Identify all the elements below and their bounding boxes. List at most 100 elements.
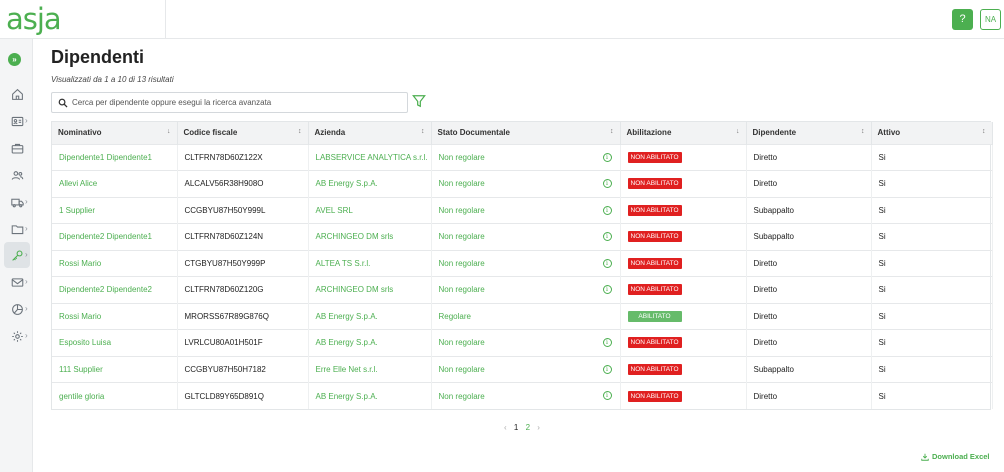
logo[interactable]: asja: [6, 4, 62, 34]
user-avatar[interactable]: NA: [980, 9, 1001, 30]
column-header-azienda[interactable]: Azienda ↕: [308, 122, 432, 144]
id-card-icon: [11, 116, 23, 126]
employee-type: Diretto: [753, 338, 778, 348]
column-header-codice-fiscale[interactable]: Codice fiscale ↕: [177, 122, 309, 144]
codice-fiscale: CTGBYU87H50Y999P: [184, 258, 266, 268]
sort-icon[interactable]: ↕: [298, 128, 302, 135]
employee-name-link[interactable]: Rossi Mario: [59, 312, 101, 321]
sort-desc-icon[interactable]: ↓: [736, 128, 740, 135]
column-header-nominativo[interactable]: Nominativo ↓: [52, 122, 178, 144]
document-status: Non regolare: [438, 285, 485, 295]
employee-name-link[interactable]: Dipendente1 Dipendente1: [59, 153, 152, 162]
employee-name-link[interactable]: Rossi Mario: [59, 259, 101, 268]
status-badge: NON ABILITATO: [627, 151, 682, 163]
company-link[interactable]: ALTEA TS S.r.l.: [316, 259, 371, 268]
prev-page-icon[interactable]: ‹: [504, 423, 507, 432]
employee-type: Subappalto: [753, 232, 794, 242]
column-header-attivo[interactable]: Attivo ↕: [871, 122, 993, 144]
table-row[interactable]: Rossi Mario CTGBYU87H50Y999P ALTEA TS S.r.…: [52, 249, 993, 277]
employee-name-link[interactable]: Dipendente2 Dipendente2: [59, 285, 152, 294]
employee-name-link[interactable]: gentile gloria: [59, 392, 104, 401]
info-icon[interactable]: i: [602, 152, 612, 162]
sort-icon[interactable]: ↕: [421, 128, 425, 135]
info-icon[interactable]: i: [602, 179, 612, 188]
employee-name-link[interactable]: Allevi Alice: [59, 179, 97, 188]
chevron-right-icon: ›: [25, 250, 28, 259]
employee-type: Subappalto: [753, 205, 794, 215]
employee-name-link[interactable]: Esposito Luisa: [59, 338, 111, 347]
sidebar-item-utenti[interactable]: [4, 162, 30, 188]
home-icon: [11, 88, 23, 100]
table-row[interactable]: Dipendente1 Dipendente1 CLTFRN78D60Z122X L…: [52, 143, 993, 171]
active-flag: Si: [878, 285, 886, 295]
table-row[interactable]: Esposito Luisa LVRLCU80A01H501F AB Energy …: [52, 329, 993, 356]
sidebar-item-home[interactable]: [4, 81, 30, 107]
codice-fiscale: CCGBYU87H50H7182: [184, 364, 266, 374]
search-input[interactable]: [72, 95, 402, 110]
table-row[interactable]: Rossi Mario MRORSS67R89G876Q AB Energy S.p…: [52, 302, 993, 330]
column-header-stato-documentale[interactable]: Stato Documentale ↕: [431, 122, 621, 144]
chevron-right-icon: ›: [25, 331, 28, 340]
document-status: Non regolare: [438, 179, 485, 189]
info-icon[interactable]: i: [602, 285, 612, 294]
sort-desc-icon[interactable]: ↓: [167, 128, 171, 135]
table-row[interactable]: gentile gloria GLTCLD89Y65D891Q AB Energy …: [52, 382, 993, 409]
info-icon[interactable]: i: [602, 232, 612, 241]
info-icon[interactable]: i: [602, 391, 612, 400]
document-status: Regolare: [438, 311, 471, 321]
status-badge: NON ABILITATO: [627, 204, 682, 216]
table-row[interactable]: 1 Supplier CCGBYU87H50Y999L AVEL SRL Non re…: [52, 196, 993, 224]
sort-icon[interactable]: ↕: [861, 128, 865, 135]
company-link[interactable]: Erre Elle Net s.r.l.: [316, 365, 378, 374]
download-excel-button[interactable]: Download Excel: [921, 452, 990, 461]
document-status: Non regolare: [438, 364, 485, 374]
codice-fiscale: CLTFRN78D60Z120G: [184, 285, 264, 295]
company-link[interactable]: AB Energy S.p.A.: [316, 392, 378, 401]
employee-name-link[interactable]: 1 Supplier: [59, 206, 95, 215]
active-flag: Si: [878, 364, 886, 374]
info-icon[interactable]: i: [602, 205, 612, 215]
active-flag: Si: [878, 338, 886, 348]
status-badge: NON ABILITATO: [627, 337, 682, 349]
expand-sidebar-icon[interactable]: »: [8, 53, 21, 66]
company-link[interactable]: AB Energy S.p.A.: [316, 338, 378, 347]
table-row[interactable]: Dipendente2 Dipendente2 CLTFRN78D60Z120G A…: [52, 276, 993, 303]
column-header-dipendente[interactable]: Dipendente ↕: [746, 122, 872, 144]
company-link[interactable]: ARCHINGEO DM srls: [316, 285, 394, 294]
company-link[interactable]: ARCHINGEO DM srls: [316, 232, 394, 241]
next-page-icon[interactable]: ›: [537, 423, 540, 432]
sort-icon[interactable]: ↕: [610, 128, 614, 135]
column-header-abilitazione[interactable]: Abilitazione ↓: [620, 122, 747, 144]
company-link[interactable]: AB Energy S.p.A.: [316, 179, 378, 188]
codice-fiscale: MRORSS67R89G876Q: [184, 311, 269, 321]
employee-name-link[interactable]: 111 Supplier: [59, 365, 103, 374]
document-status: Non regolare: [438, 391, 485, 401]
sidebar-item-lavori[interactable]: [4, 135, 30, 161]
sort-icon[interactable]: ↕: [982, 128, 986, 135]
help-button[interactable]: ?: [952, 9, 973, 30]
table-body: Dipendente1 Dipendente1 CLTFRN78D60Z122X L…: [52, 143, 993, 409]
company-link[interactable]: LABSERVICE ANALYTICA s.r.l.: [316, 153, 428, 162]
table-row[interactable]: 111 Supplier CCGBYU87H50H7182 Erre Elle Ne…: [52, 355, 993, 383]
mail-icon: [11, 277, 23, 287]
company-link[interactable]: AVEL SRL: [316, 206, 353, 215]
document-status: Non regolare: [438, 258, 485, 268]
page-2-link[interactable]: 2: [526, 423, 530, 432]
info-icon[interactable]: i: [602, 338, 612, 347]
info-icon[interactable]: i: [602, 258, 612, 268]
gear-icon: [11, 330, 23, 342]
page-1-link[interactable]: 1: [514, 423, 518, 432]
table-row[interactable]: Allevi Alice ALCALV56R38H908O AB Energy S.…: [52, 170, 993, 197]
info-icon[interactable]: i: [602, 364, 612, 374]
employee-name-link[interactable]: Dipendente2 Dipendente1: [59, 232, 152, 241]
filter-icon[interactable]: [412, 94, 426, 108]
employee-type: Subappalto: [753, 364, 794, 374]
truck-icon: [10, 198, 24, 207]
company-link[interactable]: AB Energy S.p.A.: [316, 312, 378, 321]
chevron-right-icon: ›: [25, 304, 28, 313]
results-count: Visualizzati da 1 a 10 di 13 risultati: [51, 75, 174, 84]
search-box[interactable]: [51, 92, 408, 113]
status-badge: ABILITATO: [627, 310, 682, 322]
codice-fiscale: CLTFRN78D60Z124N: [184, 232, 264, 242]
table-row[interactable]: Dipendente2 Dipendente1 CLTFRN78D60Z124N A…: [52, 223, 993, 250]
